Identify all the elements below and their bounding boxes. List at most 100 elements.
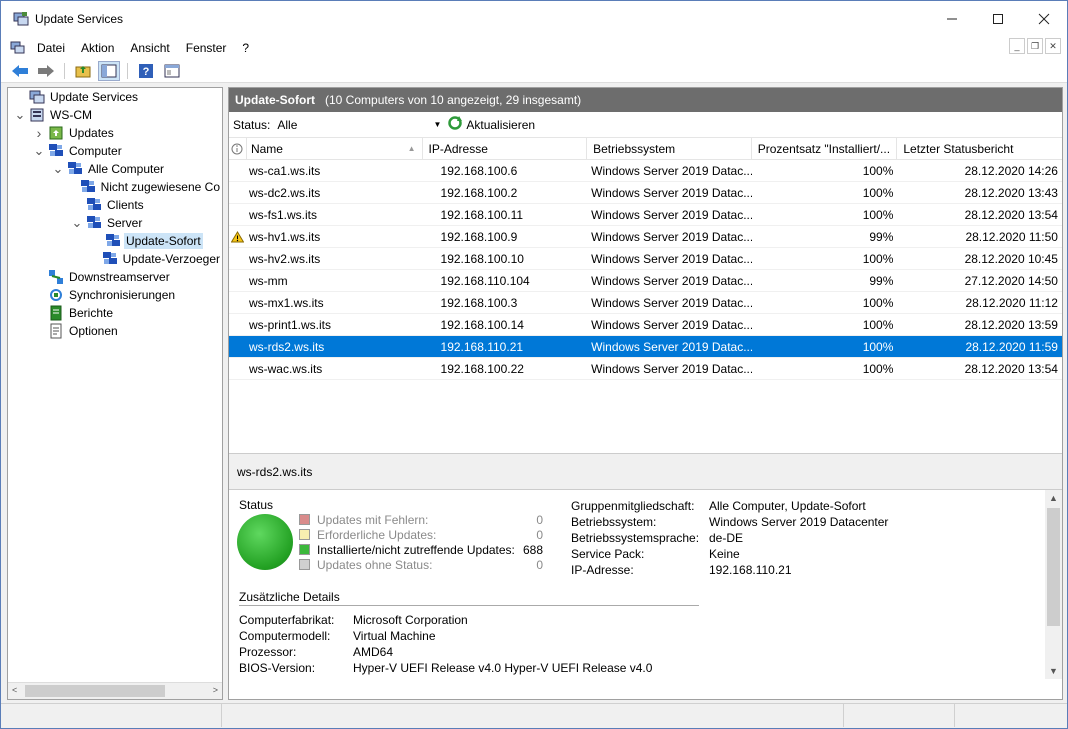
status-item-value: 0 xyxy=(536,512,543,527)
refresh-label: Aktualisieren xyxy=(466,117,536,132)
table-row[interactable]: ws-hv2.ws.its 192.168.100.10 Windows Serve… xyxy=(229,248,1062,270)
mdi-close-icon[interactable]: ✕ xyxy=(1045,38,1061,54)
chevron-right-icon[interactable]: › xyxy=(33,125,45,141)
tree-node-update-services[interactable]: Update Services xyxy=(8,88,222,106)
forward-arrow-icon[interactable] xyxy=(35,61,57,81)
console-icon[interactable] xyxy=(7,38,29,58)
menu-fenster[interactable]: Fenster xyxy=(178,41,235,55)
properties-view-icon[interactable] xyxy=(161,61,183,81)
mdi-minimize-icon[interactable]: _ xyxy=(1009,38,1025,54)
details-vertical-scrollbar[interactable]: ▲ ▼ xyxy=(1045,490,1062,679)
tree-node-ws-cm[interactable]: ⌄ WS-CM xyxy=(8,106,222,124)
chevron-down-icon[interactable]: ⌄ xyxy=(14,107,26,123)
table-row[interactable]: ws-print1.ws.its 192.168.100.14 Windows Se… xyxy=(229,314,1062,336)
content-pane: Update-Sofort (10 Computers von 10 angez… xyxy=(228,87,1063,700)
scrollbar-thumb[interactable] xyxy=(25,685,165,697)
status-title: Status xyxy=(239,498,274,512)
scroll-left-icon[interactable]: < xyxy=(12,685,17,695)
table-row[interactable]: ws-dc2.ws.its 192.168.100.2 Windows Server… xyxy=(229,182,1062,204)
cell-percent: 100% xyxy=(862,185,894,200)
column-header-ip[interactable]: IP-Adresse xyxy=(423,138,588,159)
row-status-cell xyxy=(229,336,247,357)
tree-node-update-verzoeger[interactable]: Update-Verzoeger xyxy=(8,250,222,268)
maximize-button[interactable] xyxy=(975,1,1021,37)
table-row[interactable]: ws-rds2.ws.its 192.168.110.21 Windows Serv… xyxy=(229,336,1062,358)
tree-node-downstreamserver[interactable]: Downstreamserver xyxy=(8,268,222,286)
scroll-right-icon[interactable]: > xyxy=(213,685,218,695)
computer-details-panel: Status Updates mit Fehlern: 0 Erforderlich… xyxy=(229,490,1062,679)
cell-ip: 192.168.100.22 xyxy=(440,361,524,376)
view-count: (10 Computers von 10 angezeigt, 29 insge… xyxy=(325,93,582,107)
computers-icon xyxy=(86,215,102,231)
status-item: Updates mit Fehlern: 0 xyxy=(299,512,543,527)
refresh-button[interactable]: Aktualisieren xyxy=(447,115,535,134)
detail-value: 192.168.110.21 xyxy=(709,563,792,577)
status-swatch-icon xyxy=(299,559,310,570)
table-row[interactable]: ws-fs1.ws.its 192.168.100.11 Windows Serve… xyxy=(229,204,1062,226)
menu-help[interactable]: ? xyxy=(234,41,257,55)
detail-key: Computerfabrikat: xyxy=(239,613,335,627)
table-row[interactable]: ws-mx1.ws.its 192.168.100.3 Windows Server… xyxy=(229,292,1062,314)
column-header-os[interactable]: Betriebssystem xyxy=(587,138,752,159)
computer-info: Gruppenmitgliedschaft: Alle Computer, Upd… xyxy=(571,498,911,578)
tree-node-alle-computer[interactable]: ⌄ Alle Computer xyxy=(8,160,222,178)
tree-horizontal-scrollbar[interactable]: < > xyxy=(8,682,222,699)
tree-node-updates[interactable]: › Updates xyxy=(8,124,222,142)
chevron-down-icon[interactable]: ⌄ xyxy=(71,215,83,231)
table-row[interactable]: ws-ca1.ws.its 192.168.100.6 Windows Server… xyxy=(229,160,1062,182)
status-filter-dropdown[interactable]: Alle ▼ xyxy=(274,114,445,135)
detail-row: BIOS-Version: Hyper-V UEFI Release v4.0 H… xyxy=(239,660,819,676)
column-header-percent[interactable]: Prozentsatz "Installiert/... xyxy=(752,138,898,159)
scroll-up-icon[interactable]: ▲ xyxy=(1045,493,1062,503)
cell-percent: 100% xyxy=(862,317,894,332)
view-header: Update-Sofort (10 Computers von 10 angez… xyxy=(229,88,1062,112)
column-header-last-report[interactable]: Letzter Statusbericht xyxy=(897,138,1062,159)
menu-aktion[interactable]: Aktion xyxy=(73,41,122,55)
cell-last-report: 28.12.2020 13:54 xyxy=(964,361,1058,376)
detail-value: Virtual Machine xyxy=(353,629,436,643)
chevron-down-icon[interactable]: ⌄ xyxy=(33,143,45,159)
cell-percent: 100% xyxy=(862,339,894,354)
tree-node-clients[interactable]: Clients xyxy=(8,196,222,214)
back-arrow-icon[interactable] xyxy=(9,61,31,81)
tree-node-server[interactable]: ⌄ Server xyxy=(8,214,222,232)
sort-ascending-icon: ▲ xyxy=(407,144,416,153)
cell-os: Windows Server 2019 Datac... xyxy=(591,163,752,178)
tree-node-berichte[interactable]: Berichte xyxy=(8,304,222,322)
tree-node-label: Berichte xyxy=(69,306,114,320)
table-row[interactable]: ws-hv1.ws.its 192.168.100.9 Windows Server… xyxy=(229,226,1062,248)
tree-node-nicht-zugewiesene-co[interactable]: Nicht zugewiesene Co xyxy=(8,178,222,196)
column-header-info[interactable] xyxy=(229,138,247,159)
tree-node-label: WS-CM xyxy=(50,108,92,122)
show-hide-tree-icon[interactable] xyxy=(98,60,120,81)
scroll-down-icon[interactable]: ▼ xyxy=(1045,666,1062,676)
cell-os: Windows Server 2019 Datac... xyxy=(591,317,752,332)
chevron-down-icon[interactable]: ⌄ xyxy=(52,161,64,177)
tree-node-computer[interactable]: ⌄ Computer xyxy=(8,142,222,160)
table-row[interactable]: ws-mm 192.168.110.104 Windows Server 2019 … xyxy=(229,270,1062,292)
tree-node-update-sofort[interactable]: Update-Sofort xyxy=(8,232,222,250)
column-header-name[interactable]: Name ▲ xyxy=(247,138,423,159)
menu-ansicht[interactable]: Ansicht xyxy=(122,41,177,55)
title-bar[interactable]: Update Services xyxy=(1,1,1067,37)
updates-icon xyxy=(48,125,64,141)
mdi-restore-icon[interactable]: ❐ xyxy=(1027,38,1043,54)
cell-ip: 192.168.100.11 xyxy=(440,207,524,222)
warning-icon xyxy=(229,226,247,247)
tree-node-synchronisierungen[interactable]: Synchronisierungen xyxy=(8,286,222,304)
table-row[interactable]: ws-wac.ws.its 192.168.100.22 Windows Serve… xyxy=(229,358,1062,380)
tree-node-label: Update Services xyxy=(50,90,139,104)
minimize-button[interactable] xyxy=(929,1,975,37)
cell-last-report: 28.12.2020 13:54 xyxy=(964,207,1058,222)
close-button[interactable] xyxy=(1021,1,1067,37)
menu-datei[interactable]: Datei xyxy=(29,41,73,55)
cell-last-report: 28.12.2020 11:50 xyxy=(965,229,1058,244)
status-item-label: Erforderliche Updates: xyxy=(317,527,437,542)
status-swatch-icon xyxy=(299,514,310,525)
help-icon[interactable]: ? xyxy=(135,61,157,81)
server-icon xyxy=(29,107,45,123)
scrollbar-thumb[interactable] xyxy=(1047,508,1060,626)
cell-ip: 192.168.100.14 xyxy=(440,317,524,332)
folder-up-icon[interactable] xyxy=(72,61,94,81)
tree-node-optionen[interactable]: Optionen xyxy=(8,322,222,340)
